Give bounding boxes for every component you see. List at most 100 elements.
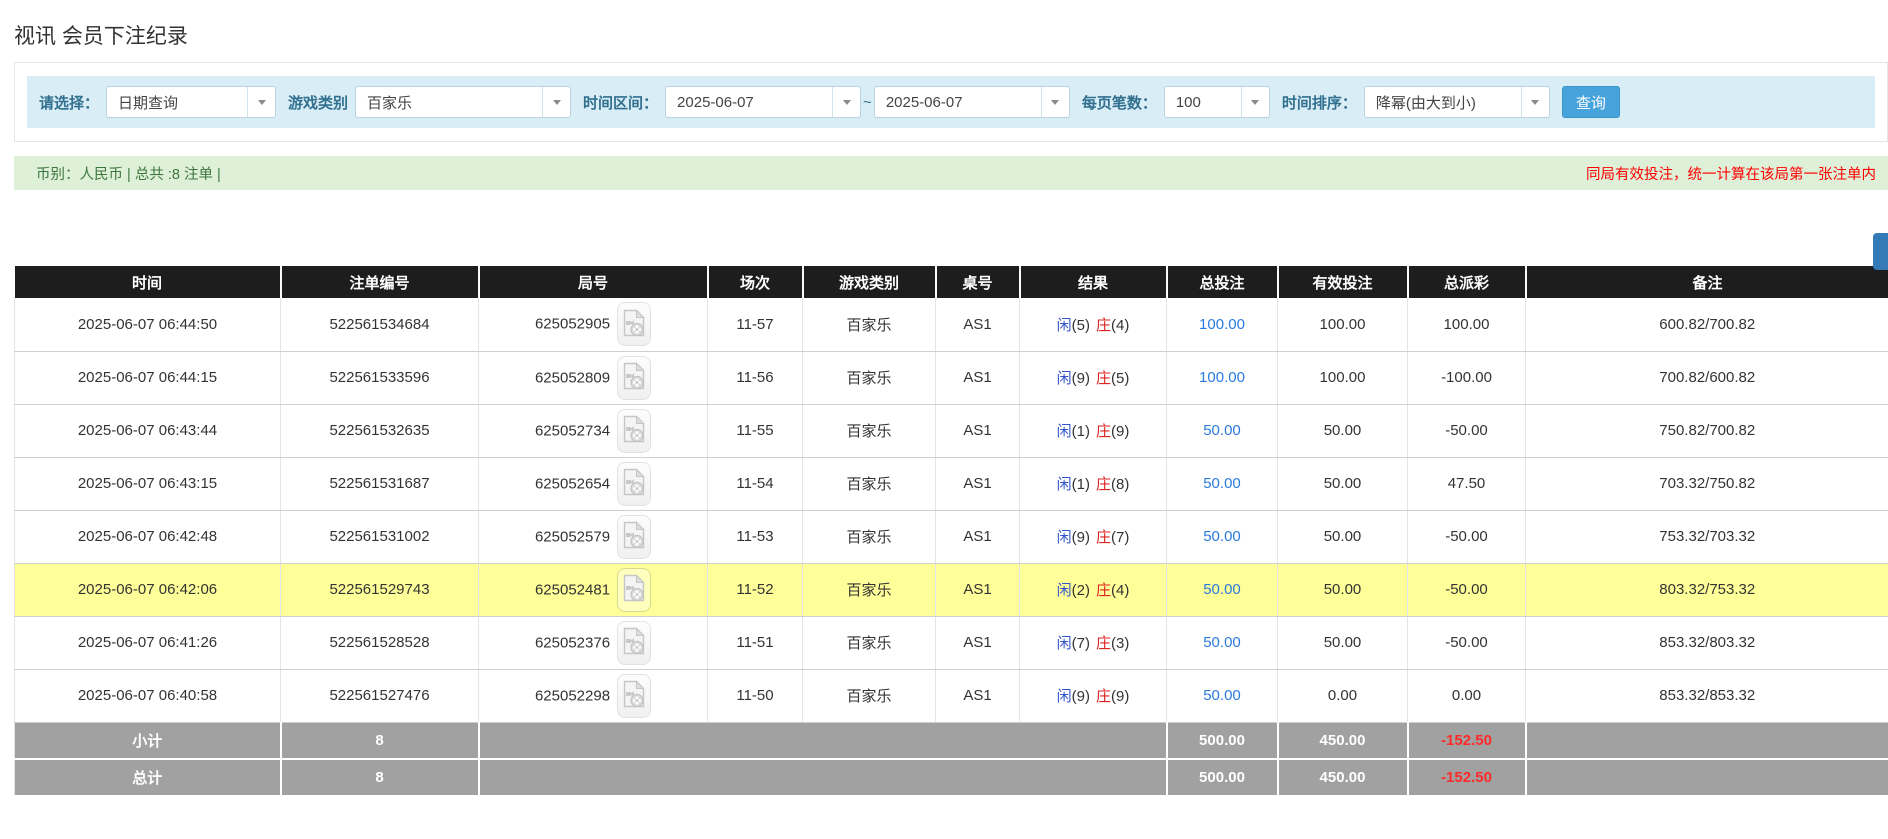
column-header: 局号: [479, 266, 708, 298]
game-type-cell: 百家乐: [803, 351, 936, 404]
video-replay-button[interactable]: [617, 356, 651, 400]
video-replay-button[interactable]: [617, 409, 651, 453]
subtotal-row: 小计 8 500.00 450.00 -152.50: [15, 722, 1888, 759]
sort-order-label: 时间排序：: [1282, 92, 1357, 113]
table-row[interactable]: 2025-06-07 06:44:50 522561534684 6250529…: [15, 298, 1888, 351]
video-replay-button[interactable]: [617, 621, 651, 665]
table-no-cell: AS1: [936, 616, 1020, 669]
total-bet-link[interactable]: 50.00: [1203, 475, 1241, 492]
player-result-label: 闲: [1057, 582, 1072, 599]
total-bet-link[interactable]: 50.00: [1203, 634, 1241, 651]
video-replay-button[interactable]: [617, 302, 651, 346]
chevron-down-icon[interactable]: [832, 87, 860, 117]
banker-result-points: (8): [1111, 476, 1129, 493]
bet-id-cell: 522561533596: [281, 351, 479, 404]
page-size-select[interactable]: 100: [1164, 86, 1270, 118]
footer-label-cell: 小计: [15, 722, 281, 759]
currency-summary-text: 币别：人民币 | 总共 :8 注单 |: [36, 163, 221, 184]
game-type-select[interactable]: 百家乐: [355, 86, 571, 118]
result-cell: 闲(1)庄(9): [1020, 404, 1167, 457]
result-cell: 闲(7)庄(3): [1020, 616, 1167, 669]
video-replay-button[interactable]: [617, 674, 651, 718]
banker-result-points: (7): [1111, 529, 1129, 546]
total-bet-link[interactable]: 100.00: [1199, 316, 1245, 333]
result-cell: 闲(9)庄(7): [1020, 510, 1167, 563]
banker-result-points: (3): [1111, 635, 1129, 652]
table-no-cell: AS1: [936, 669, 1020, 722]
total-bet-cell: 100.00: [1167, 351, 1278, 404]
session-cell: 11-55: [708, 404, 803, 457]
chevron-down-icon[interactable]: [1521, 87, 1549, 117]
banker-result-label: 庄: [1096, 582, 1111, 599]
round-cell: 625052905: [479, 298, 708, 351]
table-row[interactable]: 2025-06-07 06:43:44 522561532635 6250527…: [15, 404, 1888, 457]
query-type-select[interactable]: 日期查询: [106, 86, 276, 118]
chevron-down-icon[interactable]: [247, 87, 275, 117]
footer-spacer-cell: [479, 759, 1167, 796]
player-result-points: (2): [1072, 582, 1090, 599]
table-no-cell: AS1: [936, 510, 1020, 563]
time-range-label: 时间区间：: [583, 92, 658, 113]
column-header: 游戏类别: [803, 266, 936, 298]
total-bet-link[interactable]: 50.00: [1203, 528, 1241, 545]
table-row[interactable]: 2025-06-07 06:43:15 522561531687 6250526…: [15, 457, 1888, 510]
banker-result-points: (5): [1111, 370, 1129, 387]
footer-total-bet-cell: 500.00: [1167, 722, 1278, 759]
player-result-points: (9): [1072, 688, 1090, 705]
video-file-icon: [623, 680, 645, 711]
round-number: 625052481: [535, 581, 610, 598]
video-replay-button[interactable]: [617, 462, 651, 506]
table-row[interactable]: 2025-06-07 06:42:48 522561531002 6250525…: [15, 510, 1888, 563]
game-type-cell: 百家乐: [803, 563, 936, 616]
chevron-down-icon[interactable]: [542, 87, 570, 117]
valid-bet-cell: 100.00: [1278, 298, 1408, 351]
search-button[interactable]: 查询: [1562, 86, 1620, 118]
total-bet-link[interactable]: 50.00: [1203, 687, 1241, 704]
player-result-label: 闲: [1057, 370, 1072, 387]
total-row: 总计 8 500.00 450.00 -152.50: [15, 759, 1888, 796]
sort-order-select[interactable]: 降幂(由大到小): [1364, 86, 1550, 118]
player-result-label: 闲: [1057, 317, 1072, 334]
player-result-points: (1): [1072, 476, 1090, 493]
total-bet-cell: 50.00: [1167, 563, 1278, 616]
filter-panel: 请选择： 日期查询 游戏类别 百家乐 时间区间： 2025-06-07 ~ 20…: [14, 62, 1888, 142]
date-to-select[interactable]: 2025-06-07: [874, 86, 1070, 118]
round-number: 625052654: [535, 475, 610, 492]
date-from-select[interactable]: 2025-06-07: [665, 86, 861, 118]
total-bet-cell: 50.00: [1167, 457, 1278, 510]
edge-partial-button[interactable]: [1873, 233, 1888, 270]
bet-records-table: 时间注单编号局号场次游戏类别桌号结果总投注有效投注总派彩备注 2025-06-0…: [14, 266, 1888, 797]
game-type-cell: 百家乐: [803, 510, 936, 563]
table-no-cell: AS1: [936, 404, 1020, 457]
table-no-cell: AS1: [936, 457, 1020, 510]
valid-bet-cell: 50.00: [1278, 510, 1408, 563]
round-number: 625052298: [535, 687, 610, 704]
time-cell: 2025-06-07 06:43:15: [15, 457, 281, 510]
valid-bet-cell: 100.00: [1278, 351, 1408, 404]
tilde-separator: ~: [863, 94, 872, 111]
time-cell: 2025-06-07 06:44:15: [15, 351, 281, 404]
result-cell: 闲(9)庄(5): [1020, 351, 1167, 404]
table-row[interactable]: 2025-06-07 06:41:26 522561528528 6250523…: [15, 616, 1888, 669]
banker-result-points: (4): [1111, 582, 1129, 599]
table-row[interactable]: 2025-06-07 06:40:58 522561527476 6250522…: [15, 669, 1888, 722]
total-bet-link[interactable]: 100.00: [1199, 369, 1245, 386]
query-type-label: 请选择：: [39, 92, 99, 113]
video-file-icon: [623, 574, 645, 605]
time-cell: 2025-06-07 06:42:48: [15, 510, 281, 563]
footer-payout-cell: -152.50: [1408, 759, 1526, 796]
date-from-value: 2025-06-07: [666, 87, 832, 117]
video-replay-button[interactable]: [617, 568, 651, 612]
valid-bet-cell: 50.00: [1278, 457, 1408, 510]
footer-spacer-cell: [479, 722, 1167, 759]
video-replay-button[interactable]: [617, 515, 651, 559]
chevron-down-icon[interactable]: [1241, 87, 1269, 117]
table-row[interactable]: 2025-06-07 06:42:06 522561529743 6250524…: [15, 563, 1888, 616]
query-type-value: 日期查询: [107, 87, 247, 117]
chevron-down-icon[interactable]: [1041, 87, 1069, 117]
footer-count-cell: 8: [281, 759, 479, 796]
total-bet-link[interactable]: 50.00: [1203, 581, 1241, 598]
total-bet-link[interactable]: 50.00: [1203, 422, 1241, 439]
table-row[interactable]: 2025-06-07 06:44:15 522561533596 6250528…: [15, 351, 1888, 404]
player-result-points: (7): [1072, 635, 1090, 652]
